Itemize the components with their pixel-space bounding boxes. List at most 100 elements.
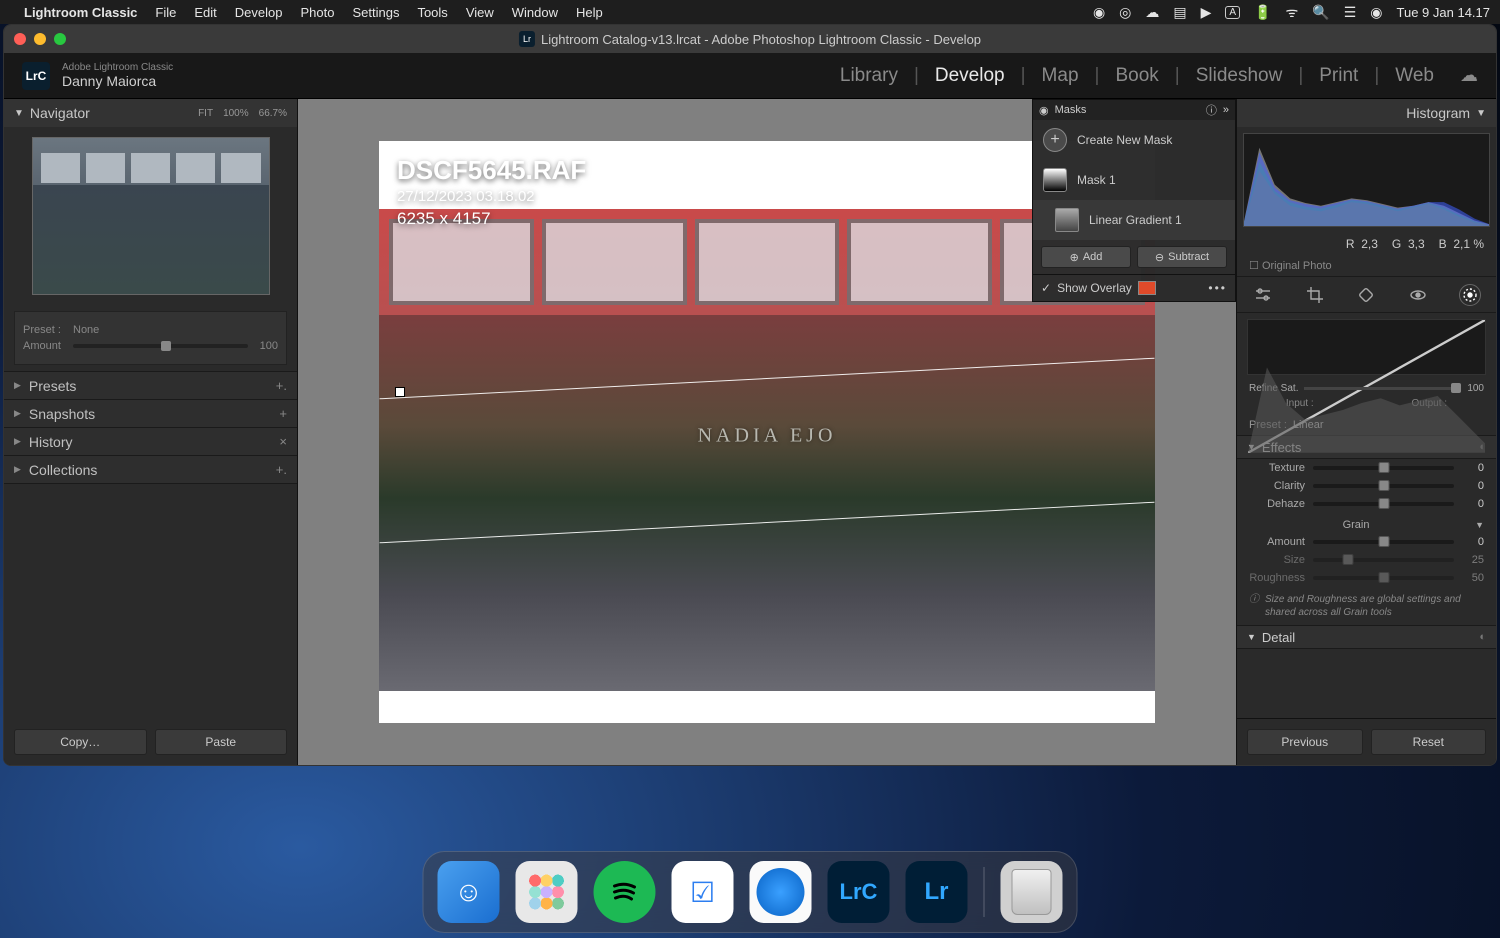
slider-track[interactable] [1313, 502, 1454, 506]
status-icon[interactable]: A [1225, 6, 1240, 19]
navigator-thumbnail[interactable] [32, 137, 270, 295]
panel-label: Presets [29, 378, 76, 394]
zoom-fit[interactable]: FIT [198, 108, 213, 119]
gradient-guide-line[interactable] [380, 502, 1155, 544]
menu-help[interactable]: Help [576, 5, 603, 20]
mask-subtract-button[interactable]: ⊖Subtract [1137, 246, 1227, 268]
dock-spotify-icon[interactable] [594, 861, 656, 923]
mask-add-button[interactable]: ⊕Add [1041, 246, 1131, 268]
module-print[interactable]: Print [1309, 65, 1368, 87]
collapse-icon[interactable]: » [1223, 104, 1229, 116]
module-slideshow[interactable]: Slideshow [1186, 65, 1293, 87]
show-overlay-label[interactable]: Show Overlay [1057, 281, 1132, 295]
amount-slider[interactable] [73, 344, 248, 348]
slider-track[interactable] [1313, 466, 1454, 470]
gradient-guide-line[interactable] [380, 357, 1155, 399]
dock-trash-icon[interactable] [1001, 861, 1063, 923]
window-minimize-button[interactable] [34, 33, 46, 45]
original-photo-toggle[interactable]: ☐ Original Photo [1237, 255, 1496, 277]
lrc-badge-icon: Lr [519, 31, 535, 47]
slider-track[interactable] [1313, 484, 1454, 488]
slider-label: Dehaze [1249, 498, 1305, 510]
menu-file[interactable]: File [155, 5, 176, 20]
panel-snapshots[interactable]: ▶ Snapshots + [4, 400, 297, 428]
dock-lightroom-icon[interactable]: Lr [906, 861, 968, 923]
disclosure-triangle-icon[interactable]: ▼ [1475, 520, 1484, 530]
menu-edit[interactable]: Edit [194, 5, 216, 20]
menu-view[interactable]: View [466, 5, 494, 20]
menu-window[interactable]: Window [512, 5, 558, 20]
edit-sliders-icon[interactable] [1252, 284, 1274, 306]
status-icon[interactable]: ◉ [1093, 4, 1105, 21]
navigator-header[interactable]: ▼ Navigator FIT 100% 66.7% [4, 99, 297, 127]
status-icon[interactable]: ▶ [1201, 4, 1212, 21]
dock-things-icon[interactable]: ☑ [672, 861, 734, 923]
spotlight-icon[interactable]: 🔍 [1312, 4, 1329, 21]
canvas-area[interactable]: NADIA EJO DSCF5645.RAF 27/12/2023 03.18.… [298, 99, 1236, 765]
menu-develop[interactable]: Develop [235, 5, 283, 20]
siri-icon[interactable]: ◉ [1370, 4, 1382, 21]
cc-icon[interactable]: ☁ [1145, 4, 1159, 21]
add-icon[interactable]: + [279, 406, 287, 421]
slider-label: Size [1249, 554, 1305, 566]
module-map[interactable]: Map [1032, 65, 1089, 87]
menu-settings[interactable]: Settings [352, 5, 399, 20]
dock-finder-icon[interactable]: ☺ [438, 861, 500, 923]
overlay-color-swatch[interactable] [1138, 281, 1156, 295]
status-icon[interactable]: ▤ [1173, 4, 1186, 21]
control-center-icon[interactable]: ☰ [1344, 4, 1357, 21]
heal-icon[interactable] [1355, 284, 1377, 306]
panel-label: Collections [29, 462, 97, 478]
histogram-chart[interactable] [1243, 133, 1490, 227]
detail-header[interactable]: ▼ Detail ◐ [1237, 625, 1496, 649]
menu-photo[interactable]: Photo [300, 5, 334, 20]
dock-launchpad-icon[interactable] [516, 861, 578, 923]
mask-item[interactable]: Mask 1 [1033, 160, 1235, 200]
panel-switch-icon[interactable]: ◐ [1479, 631, 1486, 643]
histogram-header[interactable]: Histogram ▼ [1237, 99, 1496, 127]
menu-tools[interactable]: Tools [417, 5, 447, 20]
panel-history[interactable]: ▶ History × [4, 428, 297, 456]
gradient-handle[interactable] [395, 387, 405, 397]
status-icon[interactable]: ◎ [1119, 4, 1131, 21]
curve-box[interactable] [1247, 319, 1486, 375]
wifi-icon[interactable]: ᯤ [1286, 3, 1299, 22]
copy-button[interactable]: Copy… [14, 729, 147, 755]
module-web[interactable]: Web [1385, 65, 1444, 87]
redeye-icon[interactable] [1407, 284, 1429, 306]
disclosure-triangle-icon[interactable]: ▼ [14, 108, 24, 119]
slider-track[interactable] [1313, 540, 1454, 544]
zoom-custom[interactable]: 66.7% [259, 108, 287, 119]
previous-button[interactable]: Previous [1247, 729, 1363, 755]
checkbox-icon[interactable]: ✓ [1041, 281, 1051, 295]
app-menu[interactable]: Lightroom Classic [24, 5, 137, 20]
eye-icon[interactable]: ◉ [1039, 104, 1049, 117]
panel-presets[interactable]: ▶ Presets +. [4, 372, 297, 400]
paste-button[interactable]: Paste [155, 729, 288, 755]
cloud-sync-icon[interactable]: ☁ [1460, 65, 1478, 86]
mask-component-item[interactable]: Linear Gradient 1 [1033, 200, 1235, 240]
module-develop[interactable]: Develop [925, 65, 1015, 87]
window-zoom-button[interactable] [54, 33, 66, 45]
more-icon[interactable]: ••• [1208, 281, 1227, 295]
add-icon[interactable]: +. [276, 462, 287, 477]
masking-icon[interactable] [1459, 284, 1481, 306]
checkbox-icon: ☐ [1249, 260, 1259, 272]
crop-icon[interactable] [1304, 284, 1326, 306]
module-book[interactable]: Book [1105, 65, 1168, 87]
dock-safari-icon[interactable] [750, 861, 812, 923]
help-icon[interactable]: ⓘ [1206, 102, 1217, 118]
zoom-100[interactable]: 100% [223, 108, 249, 119]
battery-icon[interactable]: 🔋 [1254, 4, 1271, 21]
reset-button[interactable]: Reset [1371, 729, 1487, 755]
disclosure-triangle-icon[interactable]: ▼ [1476, 108, 1486, 119]
module-library[interactable]: Library [830, 65, 908, 87]
menubar-clock[interactable]: Tue 9 Jan 14.17 [1397, 5, 1490, 20]
window-close-button[interactable] [14, 33, 26, 45]
add-icon[interactable]: +. [276, 378, 287, 393]
clear-icon[interactable]: × [279, 434, 287, 449]
dock-lightroom-classic-icon[interactable]: LrC [828, 861, 890, 923]
refine-sat-slider[interactable] [1304, 387, 1461, 390]
panel-collections[interactable]: ▶ Collections +. [4, 456, 297, 484]
create-mask-row[interactable]: + Create New Mask [1033, 120, 1235, 160]
